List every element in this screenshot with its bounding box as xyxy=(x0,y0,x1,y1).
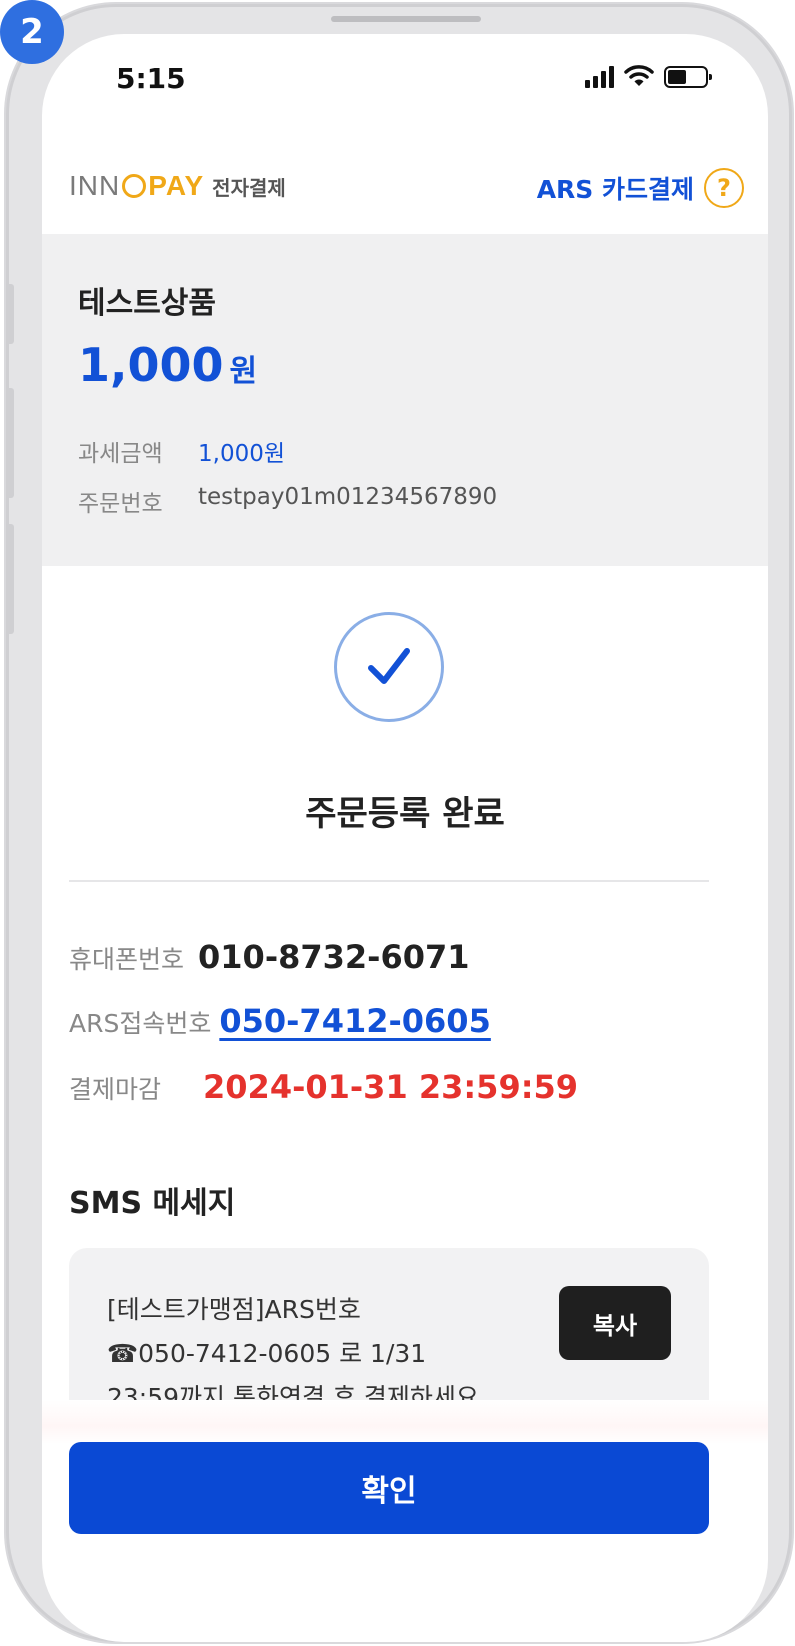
sms-message-box: [테스트가맹점]ARS번호 ☎050-7412-0605 로 1/31 23:5… xyxy=(69,1248,709,1400)
amount: 1,000 원 xyxy=(78,338,257,392)
phone-row: 휴대폰번호 010-8732-6071 xyxy=(69,938,470,976)
tax-value: 1,000원 xyxy=(198,441,286,467)
tax-label: 과세금액 xyxy=(78,441,163,467)
phone-value: 010-8732-6071 xyxy=(198,938,470,976)
volume-down-button xyxy=(6,524,14,634)
complete-title: 주문등록 완료 xyxy=(305,794,505,834)
order-label: 주문번호 xyxy=(78,491,163,517)
status-time: 5:15 xyxy=(116,62,186,95)
logo-pay: PAY xyxy=(148,170,205,201)
ars-row: ARS접속번호 050-7412-0605 xyxy=(69,1002,491,1040)
order-value: testpay01m01234567890 xyxy=(198,484,498,510)
ars-number-link[interactable]: 050-7412-0605 xyxy=(219,1002,490,1040)
volume-up-button xyxy=(6,388,14,498)
help-icon[interactable]: ? xyxy=(704,168,744,208)
scroll-fade xyxy=(42,1400,768,1444)
status-icons xyxy=(585,64,712,88)
logo-subtitle: 전자결제 xyxy=(212,175,286,200)
confirm-button[interactable]: 확인 xyxy=(69,1442,709,1534)
product-panel: 테스트상품 1,000 원 과세금액 1,000원 주문번호 testpay01… xyxy=(42,234,768,566)
deadline-label: 결제마감 xyxy=(69,1075,162,1104)
logo-text: INN xyxy=(69,170,121,201)
deadline-row: 결제마감 2024-01-31 23:59:59 xyxy=(69,1068,578,1106)
step-badge: 2 xyxy=(0,0,64,64)
signal-icon xyxy=(585,66,614,88)
divider xyxy=(69,880,709,882)
speaker-grille xyxy=(331,16,481,22)
phone-screen: 5:15 INN PAY 전자결제 ARS 카드결제 ? 테스트상품 1,000… xyxy=(42,34,768,1642)
order-row: 주문번호 testpay01m01234567890 xyxy=(78,484,497,518)
sms-title: SMS 메세지 xyxy=(69,1186,236,1221)
battery-icon xyxy=(664,66,712,88)
amount-unit: 원 xyxy=(229,354,258,389)
phone-frame: 5:15 INN PAY 전자결제 ARS 카드결제 ? 테스트상품 1,000… xyxy=(6,4,792,1642)
phone-label: 휴대폰번호 xyxy=(69,945,185,974)
sms-message: [테스트가맹점]ARS번호 ☎050-7412-0605 로 1/31 23:5… xyxy=(107,1295,479,1400)
wifi-icon xyxy=(624,65,654,86)
innopay-logo: INN PAY 전자결제 xyxy=(69,170,286,202)
mute-switch xyxy=(6,284,14,344)
check-icon xyxy=(368,648,410,684)
success-circle xyxy=(334,612,444,722)
copy-button[interactable]: 복사 xyxy=(559,1286,671,1360)
status-bar: 5:15 xyxy=(42,34,768,154)
bulb-icon xyxy=(122,174,147,198)
amount-value: 1,000 xyxy=(78,338,224,392)
tax-row: 과세금액 1,000원 xyxy=(78,434,285,468)
ars-label: ARS접속번호 xyxy=(69,1009,212,1038)
page-title: ARS 카드결제 xyxy=(536,175,694,204)
header-right: ARS 카드결제 ? xyxy=(537,168,744,208)
app-header: INN PAY 전자결제 ARS 카드결제 ? xyxy=(42,154,768,234)
product-name: 테스트상품 xyxy=(78,286,216,321)
deadline-value: 2024-01-31 23:59:59 xyxy=(203,1068,579,1106)
